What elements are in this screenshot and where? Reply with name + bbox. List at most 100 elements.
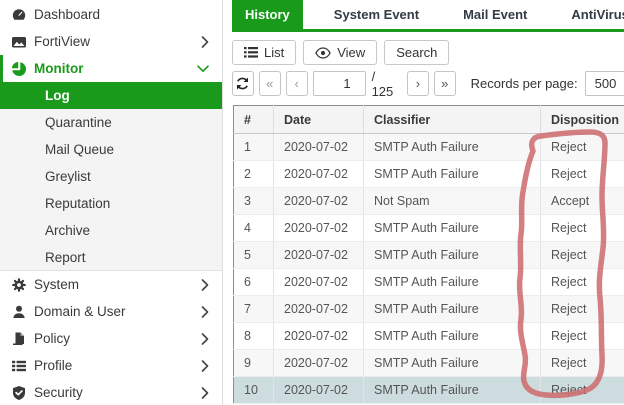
table-row[interactable]: 5 2020-07-02 SMTP Auth Failure Reject: [234, 242, 624, 269]
page-number-input[interactable]: [313, 71, 366, 96]
sidebar-item-label: Policy: [34, 331, 70, 346]
last-page-button[interactable]: »: [434, 71, 456, 96]
cell-number: 9: [234, 350, 274, 377]
cell-date: 2020-07-02: [274, 269, 364, 296]
cell-date: 2020-07-02: [274, 350, 364, 377]
cell-disposition: Accept: [541, 188, 624, 215]
sidebar-item-label: Report: [45, 250, 86, 265]
cell-classifier: SMTP Auth Failure: [364, 323, 541, 350]
cell-date: 2020-07-02: [274, 161, 364, 188]
list-icon: [10, 358, 27, 374]
tab-bar: History System Event Mail Event AntiViru…: [232, 0, 624, 32]
cell-disposition: Reject: [541, 296, 624, 323]
tab-system-event[interactable]: System Event: [321, 0, 432, 29]
sidebar-item-label: FortiView: [34, 34, 90, 49]
sidebar-item-dashboard[interactable]: Dashboard: [0, 1, 222, 28]
table-row[interactable]: 3 2020-07-02 Not Spam Accept: [234, 188, 624, 215]
cell-disposition: Reject: [541, 215, 624, 242]
sidebar-item-label: Quarantine: [45, 115, 112, 130]
table-row[interactable]: 7 2020-07-02 SMTP Auth Failure Reject: [234, 296, 624, 323]
sidebar-item-policy[interactable]: Policy: [0, 325, 222, 352]
search-button[interactable]: Search: [384, 40, 449, 65]
cell-classifier: SMTP Auth Failure: [364, 134, 541, 161]
records-per-page-input[interactable]: [585, 71, 624, 96]
sidebar-item-mail-queue[interactable]: Mail Queue: [0, 136, 222, 163]
list-button[interactable]: List: [232, 40, 296, 65]
list-button-label: List: [264, 45, 284, 60]
sidebar-item-profile[interactable]: Profile: [0, 352, 222, 379]
table-row[interactable]: 4 2020-07-02 SMTP Auth Failure Reject: [234, 215, 624, 242]
log-table: # Date Classifier Disposition 1 2020-07-…: [233, 105, 624, 404]
sidebar-item-system[interactable]: System: [0, 271, 222, 298]
sidebar-item-reputation[interactable]: Reputation: [0, 190, 222, 217]
chevron-right-icon: [201, 387, 209, 399]
sidebar-item-greylist[interactable]: Greylist: [0, 163, 222, 190]
cell-date: 2020-07-02: [274, 242, 364, 269]
sidebar-item-label: Mail Queue: [45, 142, 114, 157]
cell-classifier: SMTP Auth Failure: [364, 377, 541, 404]
sidebar-item-fortiview[interactable]: FortiView: [0, 28, 222, 55]
main-content: History System Event Mail Event AntiViru…: [232, 0, 624, 405]
sidebar-item-log[interactable]: Log: [0, 82, 222, 109]
cell-classifier: SMTP Auth Failure: [364, 242, 541, 269]
column-header-date[interactable]: Date: [274, 106, 364, 134]
sidebar-item-quarantine[interactable]: Quarantine: [0, 109, 222, 136]
toolbar: List View Search: [232, 40, 449, 65]
log-table-container: # Date Classifier Disposition 1 2020-07-…: [233, 105, 624, 404]
first-page-button[interactable]: «: [259, 71, 281, 96]
chevron-right-icon: [201, 306, 209, 318]
prev-page-button[interactable]: ‹: [286, 71, 308, 96]
eye-icon: [315, 47, 331, 59]
chevron-right-icon: [201, 360, 209, 372]
view-button[interactable]: View: [303, 40, 377, 65]
gear-icon: [10, 277, 27, 293]
cell-disposition: Reject: [541, 350, 624, 377]
cell-disposition: Reject: [541, 377, 624, 404]
table-row[interactable]: 10 2020-07-02 SMTP Auth Failure Reject: [234, 377, 624, 404]
policy-document-icon: [10, 331, 27, 347]
cell-number: 8: [234, 323, 274, 350]
column-header-classifier[interactable]: Classifier: [364, 106, 541, 134]
cell-classifier: SMTP Auth Failure: [364, 215, 541, 242]
table-row[interactable]: 2 2020-07-02 SMTP Auth Failure Reject: [234, 161, 624, 188]
table-row[interactable]: 1 2020-07-02 SMTP Auth Failure Reject: [234, 134, 624, 161]
table-row[interactable]: 9 2020-07-02 SMTP Auth Failure Reject: [234, 350, 624, 377]
chart-icon: [10, 34, 27, 50]
page-total-label: / 125: [372, 69, 399, 99]
pagination-bar: « ‹ / 125 › » Records per page:: [232, 71, 624, 96]
sidebar-item-label: Greylist: [45, 169, 91, 184]
view-button-label: View: [337, 45, 365, 60]
records-per-page-label: Records per page:: [471, 76, 578, 91]
sidebar-item-security[interactable]: Security: [0, 379, 222, 405]
sidebar-item-label: Reputation: [45, 196, 110, 211]
sidebar-item-archive[interactable]: Archive: [0, 217, 222, 244]
sidebar-item-label: Log: [45, 88, 70, 103]
tab-antivirus[interactable]: AntiVirus: [558, 0, 624, 29]
next-page-button[interactable]: ›: [407, 71, 429, 96]
chevron-right-icon: [201, 36, 209, 48]
tab-mail-event[interactable]: Mail Event: [450, 0, 540, 29]
table-header-row: # Date Classifier Disposition: [234, 106, 624, 134]
sidebar-item-report[interactable]: Report: [0, 244, 222, 271]
cell-classifier: SMTP Auth Failure: [364, 161, 541, 188]
cell-number: 3: [234, 188, 274, 215]
column-header-number[interactable]: #: [234, 106, 274, 134]
cell-number: 1: [234, 134, 274, 161]
tab-history[interactable]: History: [232, 0, 303, 29]
sidebar-item-domain-user[interactable]: Domain & User: [0, 298, 222, 325]
cell-number: 5: [234, 242, 274, 269]
pie-chart-icon: [10, 61, 27, 77]
chevron-right-icon: [201, 333, 209, 345]
sidebar-item-label: System: [34, 277, 79, 292]
app-window: Dashboard FortiView Monitor Log Quaranti…: [0, 0, 624, 405]
table-row[interactable]: 8 2020-07-02 SMTP Auth Failure Reject: [234, 323, 624, 350]
sidebar-item-label: Profile: [34, 358, 72, 373]
cell-number: 4: [234, 215, 274, 242]
column-header-disposition[interactable]: Disposition: [541, 106, 624, 134]
table-row[interactable]: 6 2020-07-02 SMTP Auth Failure Reject: [234, 269, 624, 296]
cell-date: 2020-07-02: [274, 377, 364, 404]
sidebar-item-monitor[interactable]: Monitor: [0, 55, 222, 82]
cell-number: 10: [234, 377, 274, 404]
refresh-button[interactable]: [232, 71, 254, 96]
sidebar: Dashboard FortiView Monitor Log Quaranti…: [0, 0, 223, 405]
